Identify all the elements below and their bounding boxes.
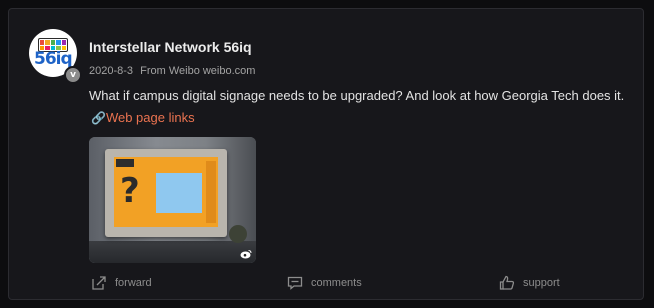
signage-frame: ? [105,149,227,237]
post-meta: 2020-8-3 From Weibo weibo.com [89,65,259,77]
post-date[interactable]: 2020-8-3 [89,65,133,77]
plant-graphic [229,225,247,243]
forward-button[interactable]: forward [91,275,152,291]
post-body: What if campus digital signage needs to … [89,85,634,129]
weibo-logo-icon [240,249,252,259]
forward-label: forward [115,277,152,289]
screen-topbar [116,159,134,167]
comments-label: comments [311,277,362,289]
post-source: From Weibo weibo.com [140,65,256,77]
signage-screen: ? [114,157,218,227]
author-name[interactable]: Interstellar Network 56iq [89,39,252,55]
question-mark-graphic: ? [120,171,140,211]
verified-badge: v [64,66,82,84]
comment-icon [287,276,303,290]
post-actions: forward comments support [9,271,645,297]
link-icon: 🔗 [91,111,106,125]
web-page-link[interactable]: 🔗Web page links [89,110,195,125]
image-floor [89,241,256,263]
support-button[interactable]: support [499,275,560,291]
avatar-logo-text: 56iq [34,49,73,69]
post-image[interactable]: ? [89,137,256,263]
support-label: support [523,277,560,289]
forward-icon [92,276,106,290]
thumbs-up-icon [499,275,515,290]
comments-button[interactable]: comments [287,275,362,291]
web-page-link-label: Web page links [105,110,195,125]
screen-sidebar [206,161,216,223]
post-text: What if campus digital signage needs to … [89,88,625,103]
screen-panel [156,173,202,213]
weibo-post-card: 56iq v Interstellar Network 56iq 2020-8-… [8,8,644,300]
